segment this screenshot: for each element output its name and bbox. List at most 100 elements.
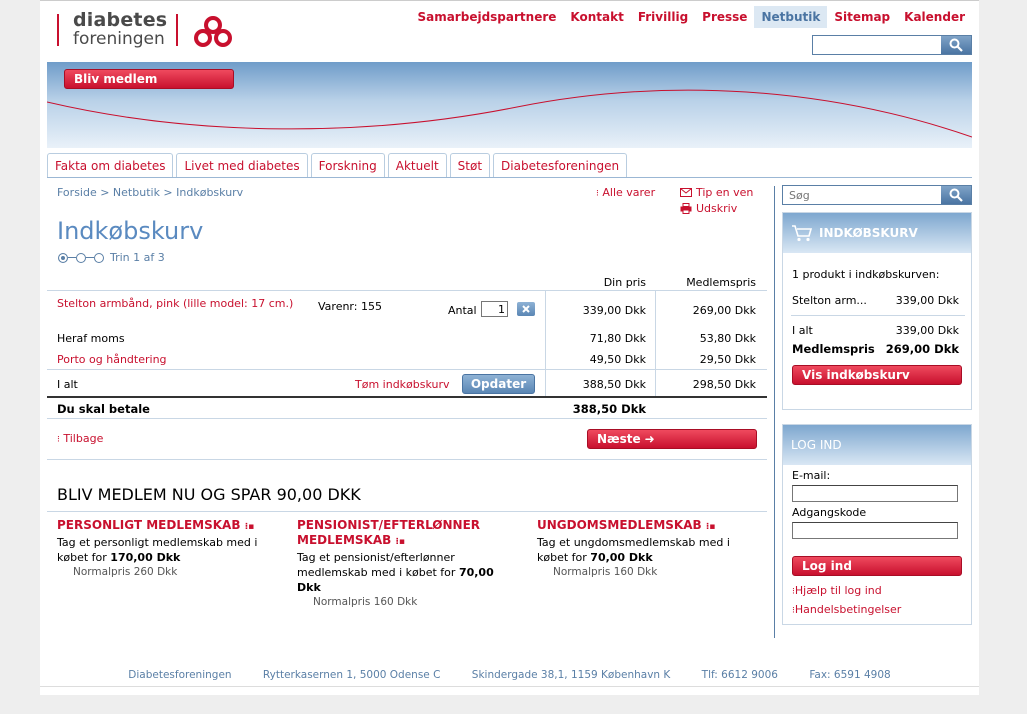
offer-normal-price: Normalpris 260 Dkk bbox=[73, 566, 178, 578]
page-title: Indkøbskurv bbox=[57, 217, 204, 245]
divider bbox=[47, 459, 767, 460]
tab-stot[interactable]: Støt bbox=[449, 153, 491, 177]
search-icon bbox=[949, 38, 963, 52]
qty-label: Antal bbox=[448, 304, 477, 317]
tab-livet[interactable]: Livet med diabetes bbox=[176, 153, 308, 177]
logo-line1: diabetes bbox=[73, 9, 168, 31]
logo-symbol-icon bbox=[194, 16, 232, 47]
step-indicator: Trin 1 af 3 bbox=[58, 251, 165, 264]
login-box: LOG IND E-mail: Adgangskode Log ind ⁝Hjæ… bbox=[782, 424, 972, 625]
offer-personal[interactable]: PERSONLIGT MEDLEMSKAB ⁝▪ Tag et personli… bbox=[57, 518, 272, 580]
offer-normal-price: Normalpris 160 Dkk bbox=[313, 596, 418, 608]
help-login-label: Hjælp til log ind bbox=[794, 584, 882, 597]
item-name-link[interactable]: Stelton armbånd, pink (lille model: 17 c… bbox=[57, 296, 297, 311]
item-member-price: 269,00 Dkk bbox=[692, 304, 756, 317]
shipping-link[interactable]: Porto og håndtering bbox=[57, 353, 167, 366]
email-label: E-mail: bbox=[792, 469, 831, 482]
top-search bbox=[812, 35, 972, 55]
item-price: 339,00 Dkk bbox=[582, 304, 646, 317]
tab-aktuelt[interactable]: Aktuelt bbox=[387, 153, 447, 177]
nav-presse[interactable]: Presse bbox=[695, 6, 754, 28]
cart-member-label: Medlemspris bbox=[792, 342, 875, 356]
step-dot-2 bbox=[76, 252, 86, 263]
empty-cart-link[interactable]: Tøm indkøbskurv bbox=[355, 378, 450, 391]
next-label: Næste bbox=[597, 432, 641, 446]
vat-member-price: 53,80 Dkk bbox=[699, 332, 756, 345]
logo[interactable]: diabetes foreningen bbox=[73, 11, 167, 49]
nav-kalender[interactable]: Kalender bbox=[897, 6, 972, 28]
tip-label: Tip en ven bbox=[696, 186, 754, 199]
step-dot-1 bbox=[58, 252, 68, 263]
top-search-input[interactable] bbox=[816, 37, 941, 53]
offer-price: 70,00 Dkk bbox=[590, 551, 653, 564]
tab-divider bbox=[47, 177, 972, 178]
password-label: Adgangskode bbox=[792, 506, 867, 519]
main-tabs: Fakta om diabetes Livet med diabetes For… bbox=[47, 153, 628, 177]
terms-link[interactable]: ⁝Handelsbetingelser bbox=[792, 603, 901, 616]
shipping-member-price: 29,50 Dkk bbox=[699, 353, 756, 366]
divider bbox=[47, 511, 767, 512]
cart-box-title: INDKØBSKURV bbox=[819, 226, 918, 240]
email-field[interactable] bbox=[792, 485, 958, 502]
remove-item-button[interactable] bbox=[517, 302, 535, 316]
printer-icon bbox=[680, 203, 692, 214]
offer-title[interactable]: PENSIONIST/EFTERLØNNER MEDLEMSKAB ⁝▪ bbox=[297, 518, 512, 550]
back-link[interactable]: ⁝ Tilbage bbox=[57, 432, 103, 445]
join-button[interactable]: Bliv medlem bbox=[64, 69, 234, 89]
nav-frivillig[interactable]: Frivillig bbox=[631, 6, 695, 28]
tab-forskning[interactable]: Forskning bbox=[310, 153, 385, 177]
step-text: Trin 1 af 3 bbox=[110, 251, 165, 264]
side-search-input[interactable] bbox=[789, 187, 939, 203]
help-login-link[interactable]: ⁝Hjælp til log ind bbox=[792, 584, 882, 597]
offer-title[interactable]: PERSONLIGT MEDLEMSKAB ⁝▪ bbox=[57, 518, 272, 535]
side-search-button[interactable] bbox=[941, 186, 971, 204]
bullet-icon: ⁝ bbox=[57, 435, 60, 445]
offer-normal-price: Normalpris 160 Dkk bbox=[553, 566, 658, 578]
shipping-price: 49,50 Dkk bbox=[589, 353, 646, 366]
update-button[interactable]: Opdater bbox=[462, 374, 535, 394]
page: diabetes foreningen Samarbejdspartnere K… bbox=[40, 0, 979, 695]
offer-pensioner[interactable]: PENSIONIST/EFTERLØNNER MEDLEMSKAB ⁝▪ Tag… bbox=[297, 518, 512, 610]
col-header-member: Medlemspris bbox=[686, 276, 756, 289]
total-price: 388,50 Dkk bbox=[582, 378, 646, 391]
nav-kontakt[interactable]: Kontakt bbox=[563, 6, 630, 28]
offer-youth[interactable]: UNGDOMSMEDLEMSKAB ⁝▪ Tag et ungdomsmedle… bbox=[537, 518, 752, 580]
cart-item-name: Stelton arm... bbox=[792, 294, 867, 307]
footer-org[interactable]: Diabetesforeningen bbox=[128, 669, 231, 681]
cart-box-header: INDKØBSKURV bbox=[783, 213, 971, 253]
all-items-link[interactable]: ⁝ Alle varer bbox=[596, 186, 655, 199]
bullet-icon: ⁝ bbox=[596, 189, 599, 199]
top-search-button[interactable] bbox=[941, 36, 971, 54]
nav-netbutik[interactable]: Netbutik bbox=[754, 6, 828, 28]
footer-address-kbh: Skindergade 38,1, 1159 København K bbox=[471, 669, 671, 681]
footer: Diabetesforeningen Rytterkasernen 1, 500… bbox=[40, 669, 979, 681]
password-field[interactable] bbox=[792, 522, 958, 539]
print-link[interactable]: Udskriv bbox=[680, 202, 737, 215]
show-cart-button[interactable]: Vis indkøbskurv bbox=[792, 365, 962, 385]
print-label: Udskriv bbox=[696, 202, 738, 215]
cart-total-label: I alt bbox=[792, 324, 813, 337]
login-box-title: LOG IND bbox=[791, 438, 842, 452]
divider-strong bbox=[47, 396, 767, 398]
divider bbox=[47, 369, 767, 370]
login-button[interactable]: Log ind bbox=[792, 556, 962, 576]
cart-box: INDKØBSKURV 1 produkt i indkøbskurven: S… bbox=[782, 212, 972, 410]
qty-input[interactable] bbox=[481, 301, 508, 317]
offer-title[interactable]: UNGDOMSMEDLEMSKAB ⁝▪ bbox=[537, 518, 752, 535]
nav-samarbejdspartnere[interactable]: Samarbejdspartnere bbox=[410, 6, 563, 28]
logo-bar-right bbox=[176, 14, 178, 46]
cart-count: 1 produkt i indkøbskurven: bbox=[792, 268, 940, 281]
top-nav: Samarbejdspartnere Kontakt Frivillig Pre… bbox=[410, 6, 972, 28]
pay-amount: 388,50 Dkk bbox=[572, 402, 646, 416]
next-button[interactable]: Næste ➜ bbox=[587, 429, 757, 449]
nav-sitemap[interactable]: Sitemap bbox=[827, 6, 897, 28]
tab-fakta[interactable]: Fakta om diabetes bbox=[47, 153, 174, 177]
logo-line2: foreningen bbox=[73, 29, 165, 49]
tab-diabetesforeningen[interactable]: Diabetesforeningen bbox=[493, 153, 628, 177]
cart-total: 339,00 Dkk bbox=[895, 324, 959, 337]
vat-price: 71,80 Dkk bbox=[589, 332, 646, 345]
total-label: I alt bbox=[57, 378, 78, 391]
tip-link[interactable]: Tip en ven bbox=[680, 186, 753, 199]
login-box-header: LOG IND bbox=[783, 425, 971, 465]
breadcrumb[interactable]: Forside > Netbutik > Indkøbskurv bbox=[57, 186, 243, 199]
